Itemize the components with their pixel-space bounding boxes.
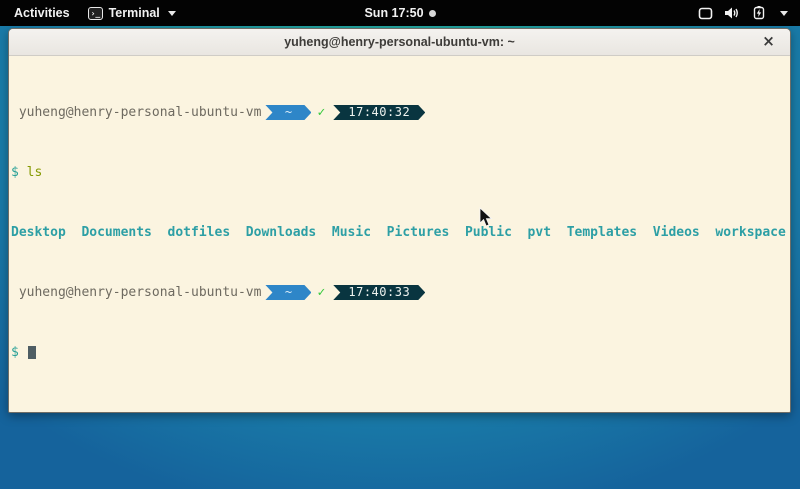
window-titlebar[interactable]: yuheng@henry-personal-ubuntu-vm: ~ × (9, 29, 790, 56)
recording-dot-icon (429, 10, 436, 17)
prompt-line-1: yuheng@henry-personal-ubuntu-vm ~ ✓ 17:4… (11, 105, 788, 120)
top-bar: Activities ›_ Terminal Sun 17:50 (0, 0, 800, 26)
mouse-cursor-icon (479, 207, 493, 228)
window-title: yuheng@henry-personal-ubuntu-vm: ~ (284, 35, 515, 49)
close-icon[interactable]: × (759, 33, 778, 52)
prompt-host: yuheng@henry-personal-ubuntu-vm (11, 285, 261, 300)
clock-button[interactable]: Sun 17:50 (364, 6, 423, 20)
chevron-down-icon (780, 11, 788, 16)
check-icon: ✓ (317, 285, 325, 300)
activities-button[interactable]: Activities (10, 4, 74, 22)
prompt-path-segment: ~ (265, 285, 311, 300)
app-menu-terminal[interactable]: ›_ Terminal (88, 6, 176, 20)
system-tray[interactable] (698, 6, 800, 20)
battery-charging-icon (751, 6, 767, 20)
prompt-path-segment: ~ (265, 105, 311, 120)
terminal-window: yuheng@henry-personal-ubuntu-vm: ~ × yuh… (8, 28, 791, 413)
command-text: ls (27, 165, 43, 180)
shell-prompt: $ (11, 165, 27, 180)
terminal-content[interactable]: yuheng@henry-personal-ubuntu-vm ~ ✓ 17:4… (9, 56, 790, 412)
prompt-time-segment: 17:40:33 (333, 285, 425, 300)
app-menu-label: Terminal (109, 6, 160, 20)
screen-icon (698, 7, 713, 20)
prompt-time-segment: 17:40:32 (333, 105, 425, 120)
volume-icon (724, 6, 740, 20)
command-line: $ ls (11, 165, 788, 180)
terminal-app-icon: ›_ (88, 7, 103, 20)
shell-prompt: $ (11, 345, 27, 360)
chevron-down-icon (168, 11, 176, 16)
prompt-host: yuheng@henry-personal-ubuntu-vm (11, 105, 261, 120)
input-line[interactable]: $ (11, 345, 788, 360)
text-cursor (28, 346, 36, 359)
ls-output: Desktop Documents dotfiles Downloads Mus… (11, 225, 788, 240)
check-icon: ✓ (317, 105, 325, 120)
prompt-line-2: yuheng@henry-personal-ubuntu-vm ~ ✓ 17:4… (11, 285, 788, 300)
